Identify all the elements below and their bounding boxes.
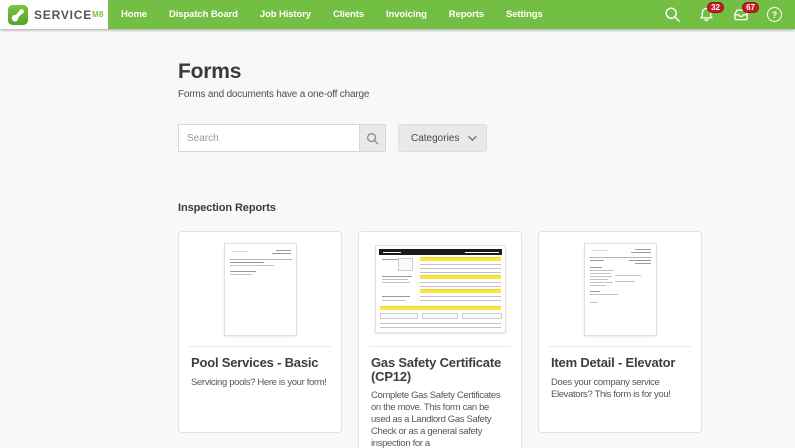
nav-item-clients[interactable]: Clients: [322, 0, 375, 29]
document-preview-icon: [583, 243, 657, 336]
nav-icon-group: 32 67 ?: [664, 0, 795, 29]
nav-item-home[interactable]: Home: [110, 0, 158, 29]
inbox-icon[interactable]: 67: [732, 2, 759, 23]
search-submit-button[interactable]: [359, 125, 385, 151]
categories-label: Categories: [411, 132, 460, 144]
form-card-title: Pool Services - Basic: [191, 355, 319, 370]
form-card-title: Item Detail - Elevator: [551, 355, 676, 370]
nav-menu: Home Dispatch Board Job History Clients …: [110, 0, 554, 29]
categories-dropdown[interactable]: Categories: [398, 124, 488, 152]
form-thumbnail: [539, 232, 701, 346]
magnifier-icon: [367, 132, 379, 144]
form-card-item-detail-elevator[interactable]: Item Detail - Elevator Does your company…: [538, 231, 702, 433]
servicem8-logo[interactable]: SERVICEM8: [0, 0, 108, 29]
chevron-down-icon: [468, 132, 478, 141]
form-thumbnail: [179, 232, 341, 346]
nav-item-reports[interactable]: Reports: [438, 0, 495, 29]
form-card-pool-services[interactable]: Pool Services - Basic Servicing pools? H…: [178, 231, 342, 433]
form-card-description: Complete Gas Safety Certificates on the …: [371, 390, 501, 448]
search-icon[interactable]: [664, 6, 681, 23]
nav-item-job-history[interactable]: Job History: [249, 0, 322, 29]
document-preview-icon: [374, 245, 506, 333]
form-card-description: Does your company service Elevators? Thi…: [551, 376, 671, 400]
page-subtitle: Forms and documents have a one-off charg…: [178, 89, 370, 100]
servicem8-logo-icon: [8, 4, 28, 25]
form-card-description: Servicing pools? Here is your form!: [191, 376, 327, 388]
notifications-bell-icon[interactable]: 32: [698, 2, 724, 23]
nav-item-dispatch-board[interactable]: Dispatch Board: [158, 0, 249, 29]
form-card-gas-safety-certificate[interactable]: Gas Safety Certificate (CP12) Complete G…: [358, 231, 522, 448]
search-toolbar: Categories: [178, 124, 702, 152]
search-box: [178, 124, 386, 152]
top-navbar: SERVICEM8 Home Dispatch Board Job Histor…: [0, 0, 795, 29]
form-thumbnail: [359, 232, 521, 346]
nav-item-settings[interactable]: Settings: [495, 0, 554, 29]
forms-card-grid: Pool Services - Basic Servicing pools? H…: [178, 231, 702, 448]
section-title-inspection-reports: Inspection Reports: [178, 202, 276, 214]
notifications-badge: 32: [707, 2, 724, 13]
form-card-title: Gas Safety Certificate (CP12): [371, 355, 501, 384]
document-preview-icon: [223, 243, 297, 336]
help-icon[interactable]: ?: [767, 7, 782, 22]
page-title: Forms: [178, 60, 242, 83]
search-input[interactable]: [179, 125, 359, 151]
forms-page: Forms Forms and documents have a one-off…: [0, 29, 702, 448]
brand-text: SERVICEM8: [34, 7, 104, 22]
inbox-badge: 67: [742, 2, 759, 13]
nav-item-invoicing[interactable]: Invoicing: [375, 0, 438, 29]
